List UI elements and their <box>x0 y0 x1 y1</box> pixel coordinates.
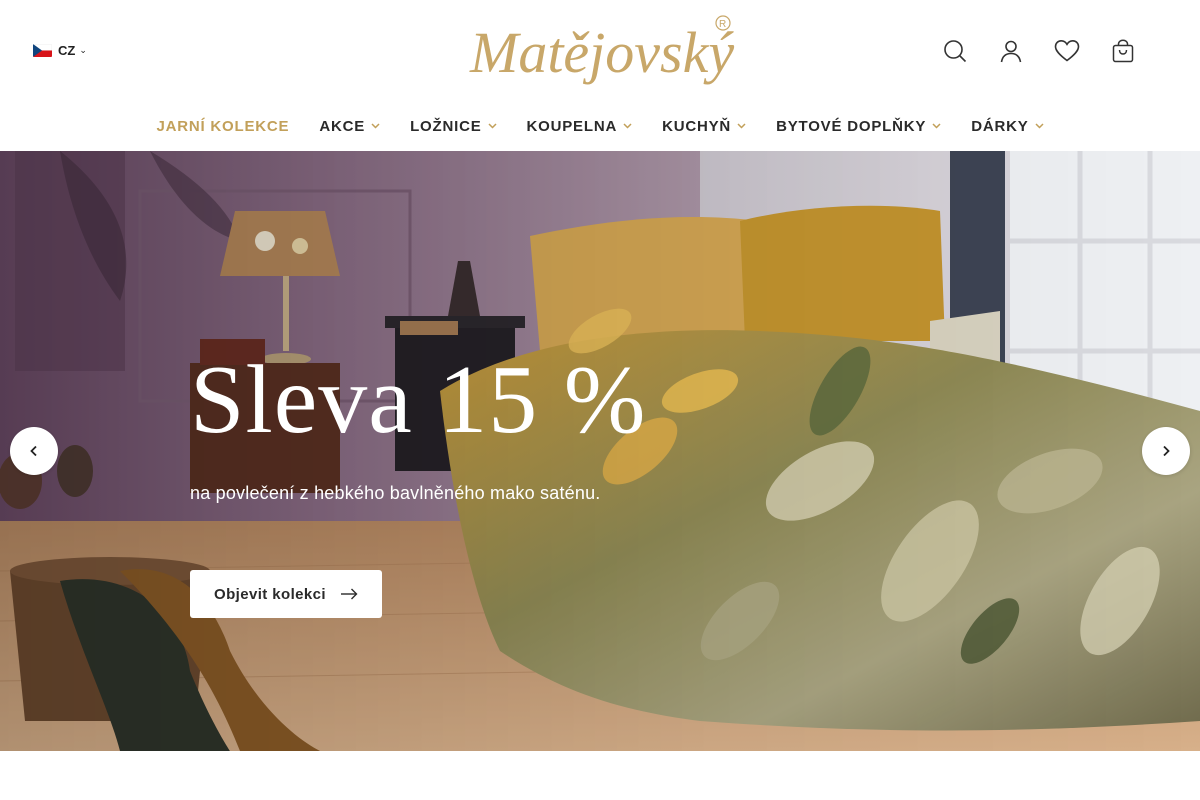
explore-collection-label: Objevit kolekci <box>214 585 326 603</box>
nav-item-bytove-doplnky[interactable]: BYTOVÉ DOPLŇKY <box>776 118 941 135</box>
nav-item-label: LOŽNICE <box>410 117 482 135</box>
hero-banner: Sleva 15 % na povlečení z hebkého bavlně… <box>0 151 1200 751</box>
arrow-right-icon <box>340 588 358 600</box>
chevron-down-icon <box>371 123 380 129</box>
chevron-down-icon <box>737 123 746 129</box>
hero-title: Sleva 15 % <box>190 346 647 454</box>
chevron-down-icon <box>932 123 941 129</box>
logo-wordmark: Matějovský <box>469 20 734 85</box>
search-icon[interactable] <box>938 36 972 66</box>
language-selector[interactable]: CZ ⌄ <box>33 43 87 58</box>
cart-icon[interactable] <box>1106 36 1140 66</box>
nav-item-loznice[interactable]: LOŽNICE <box>410 117 497 135</box>
svg-text:R: R <box>719 19 726 30</box>
user-icon[interactable] <box>994 36 1028 66</box>
nav-item-label: DÁRKY <box>971 117 1029 135</box>
chevron-down-icon: ⌄ <box>79 45 87 55</box>
heart-icon[interactable] <box>1050 36 1084 66</box>
main-navigation: JARNÍ KOLEKCE AKCE LOŽNICE KOUPELNA KUCH… <box>0 101 1200 151</box>
carousel-prev-button[interactable] <box>10 427 58 475</box>
nav-item-label: KUCHYŇ <box>662 117 732 135</box>
nav-item-kuchyn[interactable]: KUCHYŇ <box>662 118 746 135</box>
nav-item-label: KOUPELNA <box>526 117 618 135</box>
nav-item-darky[interactable]: DÁRKY <box>971 117 1044 135</box>
nav-item-label: BYTOVÉ DOPLŇKY <box>776 117 927 135</box>
nav-item-jarni-kolekce[interactable]: JARNÍ KOLEKCE <box>156 118 289 135</box>
site-header: CZ ⌄ Matějovský R <box>0 0 1200 101</box>
header-icons <box>938 36 1140 66</box>
site-logo[interactable]: Matějovský R <box>466 14 736 90</box>
czech-flag-icon <box>33 44 52 57</box>
nav-item-akce[interactable]: AKCE <box>319 118 380 135</box>
chevron-down-icon <box>623 123 632 129</box>
nav-item-label: JARNÍ KOLEKCE <box>156 117 290 135</box>
chevron-left-icon <box>30 445 37 457</box>
explore-collection-button[interactable]: Objevit kolekci <box>190 570 382 618</box>
nav-item-koupelna[interactable]: KOUPELNA <box>527 118 633 135</box>
chevron-down-icon <box>487 123 497 129</box>
language-code: CZ <box>58 43 76 58</box>
carousel-next-button[interactable] <box>1142 427 1190 475</box>
chevron-down-icon <box>1035 123 1044 129</box>
nav-item-label: AKCE <box>319 117 366 135</box>
chevron-right-icon <box>1163 445 1170 457</box>
hero-subtitle: na povlečení z hebkého bavlněného mako s… <box>190 483 601 503</box>
